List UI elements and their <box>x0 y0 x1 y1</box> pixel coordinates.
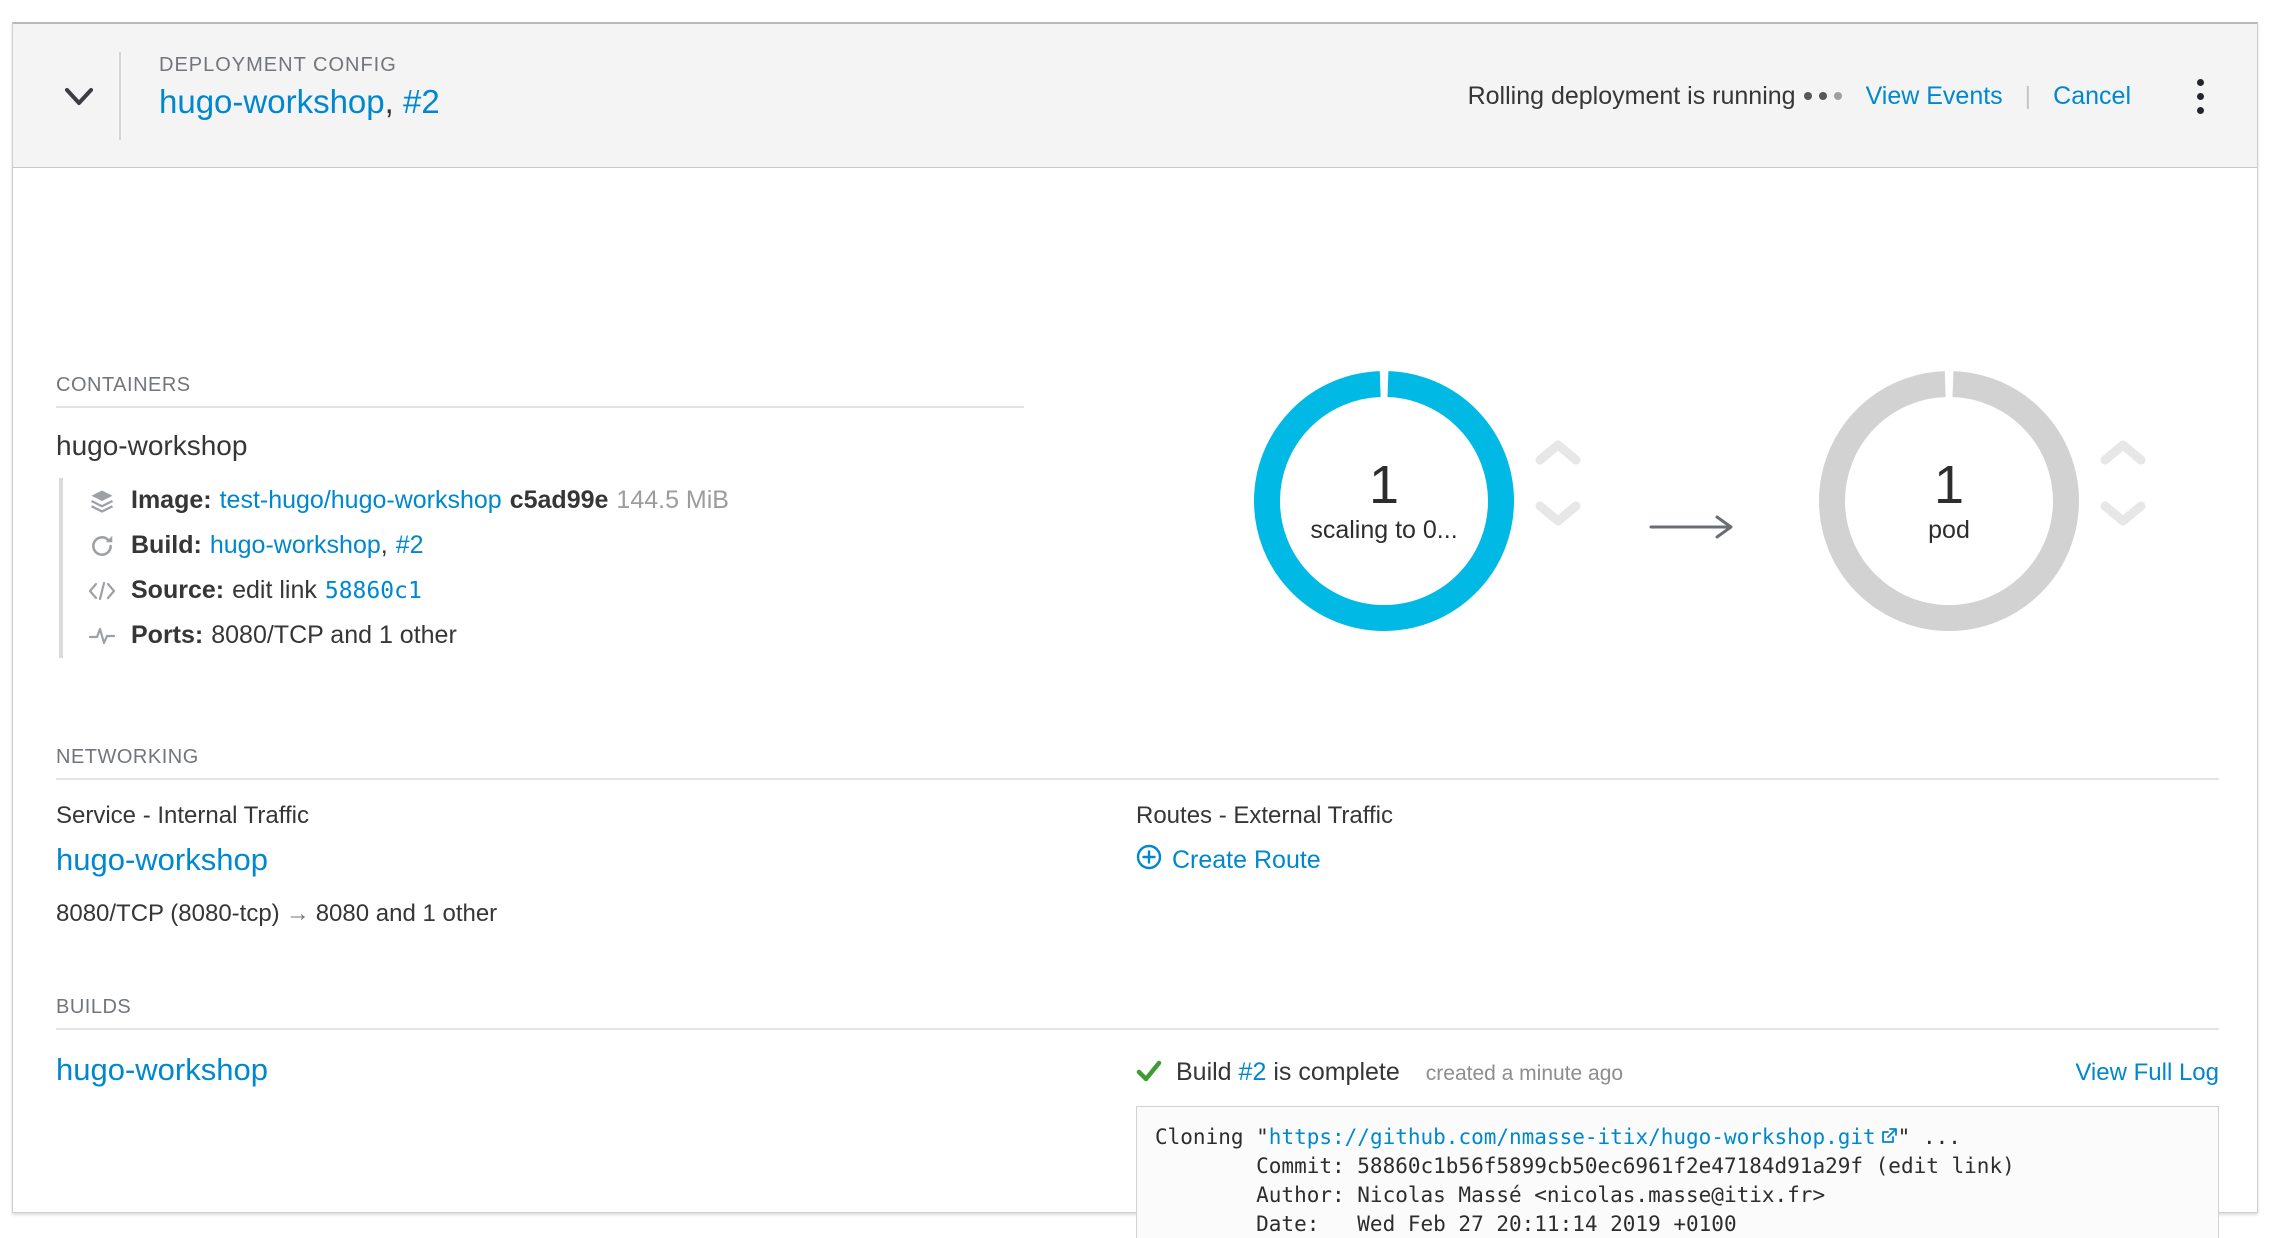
collapse-chevron-icon[interactable] <box>59 80 99 112</box>
resource-kind-label: DEPLOYMENT CONFIG <box>159 54 440 77</box>
build-separator: , <box>381 531 388 560</box>
layers-icon <box>87 487 117 515</box>
deployment-donut-old: 1 scaling to 0... <box>1252 369 1516 633</box>
routes-title: Routes - External Traffic <box>1136 802 1393 830</box>
scale-controls-old <box>1532 438 1584 528</box>
kebab-menu-icon[interactable] <box>2187 72 2213 120</box>
scale-controls-new <box>2097 438 2149 528</box>
service-ports-post: 8080 and 1 other <box>316 900 498 927</box>
pulse-icon <box>87 625 117 647</box>
image-row: Image: test-hugo/hugo-workshop c5ad99e 1… <box>87 478 729 523</box>
page-title: hugo-workshop, #2 <box>159 83 440 121</box>
deployment-donut-new: 1 pod <box>1817 369 2081 633</box>
view-events-link[interactable]: View Events <box>1866 82 2003 111</box>
check-icon <box>1136 1059 1162 1088</box>
source-commit-link[interactable]: 58860c1 <box>325 578 422 604</box>
image-hash: c5ad99e <box>510 486 609 515</box>
header-actions: Rolling deployment is running View Event… <box>1468 24 2213 168</box>
git-repo-link[interactable]: https://github.com/nmasse-itix/hugo-work… <box>1269 1125 1876 1149</box>
header-divider <box>119 52 121 140</box>
deployment-config-link[interactable]: hugo-workshop <box>159 83 385 120</box>
ports-label: Ports: <box>131 621 203 650</box>
build-log-box[interactable]: Cloning "https://github.com/nmasse-itix/… <box>1136 1106 2219 1238</box>
containers-rule <box>56 406 1024 408</box>
source-text: edit link <box>232 576 317 605</box>
scale-down-icon[interactable] <box>1532 498 1584 528</box>
service-ports-pre: 8080/TCP (8080-tcp) <box>56 900 280 927</box>
deployment-version-link[interactable]: #2 <box>403 83 440 120</box>
create-route-label: Create Route <box>1172 846 1321 875</box>
build-status-post: is complete <box>1273 1058 1399 1086</box>
log-line2: Commit: 58860c1b56f5899cb50ec6961f2e4718… <box>1155 1154 2015 1178</box>
networking-rule <box>56 778 2219 780</box>
build-config-link[interactable]: hugo-workshop <box>56 1052 268 1088</box>
scale-up-icon[interactable] <box>2097 438 2149 468</box>
header-titles: DEPLOYMENT CONFIG hugo-workshop, #2 <box>159 54 440 121</box>
ports-arrow-icon: → <box>280 900 316 927</box>
log-line1-pre: Cloning " <box>1155 1125 1269 1149</box>
networking-section-label: NETWORKING <box>56 746 199 769</box>
view-full-log-link[interactable]: View Full Log <box>2075 1059 2219 1087</box>
rebuild-icon <box>87 533 117 559</box>
build-created-time: created a minute ago <box>1426 1062 1623 1086</box>
deployment-status-text: Rolling deployment is running <box>1468 82 1796 111</box>
external-link-icon <box>1880 1124 1898 1153</box>
old-pod-status: scaling to 0... <box>1310 516 1457 545</box>
scale-up-icon[interactable] <box>1532 438 1584 468</box>
log-line1-post: " ... <box>1898 1125 1961 1149</box>
panel-body: CONTAINERS hugo-workshop Image: test-hug… <box>13 168 2257 1213</box>
builds-section-label: BUILDS <box>56 996 131 1019</box>
image-label: Image: <box>131 486 212 515</box>
log-line4: Date: Wed Feb 27 20:11:14 2019 +0100 <box>1155 1212 1737 1236</box>
cancel-deployment-link[interactable]: Cancel <box>2053 82 2131 111</box>
builds-rule <box>56 1028 2219 1030</box>
build-status-row: Build #2 is complete created a minute ag… <box>1136 1056 2219 1087</box>
image-link[interactable]: test-hugo/hugo-workshop <box>220 486 502 515</box>
image-size: 144.5 MiB <box>616 486 729 515</box>
title-separator: , <box>385 83 394 120</box>
deployment-config-panel: DEPLOYMENT CONFIG hugo-workshop, #2 Roll… <box>12 22 2258 1213</box>
ports-row: Ports: 8080/TCP and 1 other <box>87 613 729 658</box>
service-title: Service - Internal Traffic <box>56 802 309 830</box>
plus-circle-icon <box>1136 844 1162 877</box>
new-pod-label: pod <box>1928 516 1970 545</box>
old-pod-count: 1 <box>1369 458 1399 512</box>
progress-ellipsis-icon <box>1804 92 1842 100</box>
scale-down-icon[interactable] <box>2097 498 2149 528</box>
ports-text: 8080/TCP and 1 other <box>211 621 457 650</box>
service-link[interactable]: hugo-workshop <box>56 842 268 878</box>
build-row: Build: hugo-workshop, #2 <box>87 523 729 568</box>
container-detail-list: Image: test-hugo/hugo-workshop c5ad99e 1… <box>59 478 729 658</box>
panel-header: DEPLOYMENT CONFIG hugo-workshop, #2 Roll… <box>13 24 2257 168</box>
container-name: hugo-workshop <box>56 430 247 462</box>
actions-separator: | <box>2025 82 2032 111</box>
build-version-link[interactable]: #2 <box>396 531 424 560</box>
build-link[interactable]: hugo-workshop <box>210 531 381 560</box>
create-route-link[interactable]: Create Route <box>1136 844 1321 877</box>
new-pod-count: 1 <box>1934 458 1964 512</box>
service-ports-line: 8080/TCP (8080-tcp)→8080 and 1 other <box>56 900 497 928</box>
build-status-text: Build #2 is complete <box>1176 1058 1400 1087</box>
source-row: Source: edit link 58860c1 <box>87 568 729 613</box>
containers-section-label: CONTAINERS <box>56 374 191 397</box>
code-icon <box>87 579 117 603</box>
build-label: Build: <box>131 531 202 560</box>
source-label: Source: <box>131 576 224 605</box>
build-status-pre: Build <box>1176 1058 1232 1086</box>
rollout-arrow-icon <box>1647 513 1739 546</box>
build-number-link[interactable]: #2 <box>1239 1058 1267 1086</box>
log-line3: Author: Nicolas Massé <nicolas.masse@iti… <box>1155 1183 1825 1207</box>
deployment-config-screen: DEPLOYMENT CONFIG hugo-workshop, #2 Roll… <box>0 0 2272 1238</box>
